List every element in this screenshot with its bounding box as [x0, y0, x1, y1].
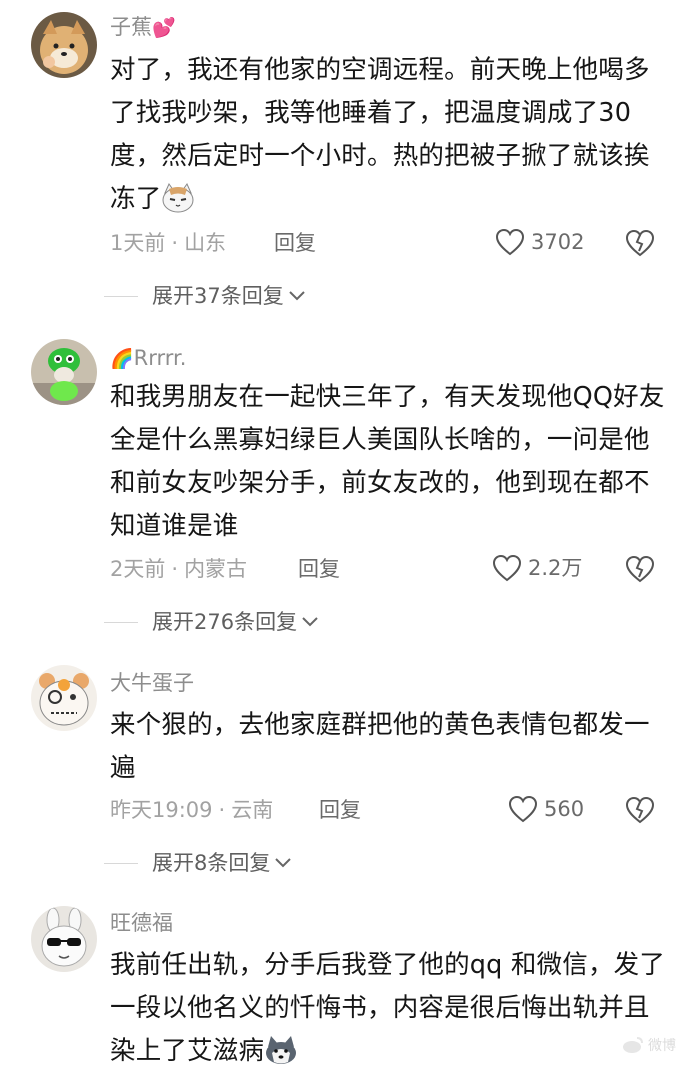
reply-button-3[interactable]: 回复	[319, 796, 361, 824]
like-button-3[interactable]: 560	[508, 795, 584, 823]
expand-label: 展开8条回复	[152, 851, 271, 875]
rainbow-emoji-icon: 🌈	[110, 348, 134, 370]
comment-text-3: 来个狠的，去他家庭群把他的黄色表情包都发一遍	[110, 704, 666, 790]
divider-line	[104, 621, 138, 623]
heart-icon	[492, 554, 522, 582]
watermark-text: 微博	[648, 1038, 676, 1054]
broken-heart-icon	[625, 796, 655, 824]
husky-dog-icon	[264, 1035, 298, 1079]
comment-meta-1: 1天前 · 山东	[110, 231, 227, 255]
comment-text-2: 和我男朋友在一起快三年了，有天发现他QQ好友全是什么黑寡妇绿巨人美国队长啥的，一…	[110, 376, 666, 548]
chevron-down-icon	[275, 858, 292, 868]
comment-text: 我前任出轨，分手后我登了他的qq 和微信，发了一段以他名义的忏悔书，内容是很后悔…	[110, 950, 666, 1066]
username-text: 旺德福	[110, 911, 173, 935]
broken-heart-icon	[625, 555, 655, 583]
location: 内蒙古	[184, 557, 248, 581]
comment-text: 和我男朋友在一起快三年了，有天发现他QQ好友全是什么黑寡妇绿巨人美国队长啥的，一…	[110, 382, 665, 541]
green-costume-avatar-icon	[31, 339, 97, 405]
timestamp: 昨天19:09	[110, 798, 213, 822]
like-button-2[interactable]: 2.2万	[492, 554, 582, 582]
username-2[interactable]: 🌈Rrrrr.	[110, 345, 186, 372]
comment-meta-3: 昨天19:09 · 云南	[110, 798, 274, 822]
sunglasses-bunny-avatar-icon	[31, 906, 97, 972]
cartoon-bear-avatar-icon	[31, 665, 97, 731]
username-4[interactable]: 旺德福	[110, 910, 173, 936]
like-count: 560	[544, 797, 585, 821]
expand-label: 展开37条回复	[152, 284, 284, 308]
comment-meta-2: 2天前 · 内蒙古	[110, 557, 248, 581]
timestamp: 1天前	[110, 231, 166, 255]
avatar-1[interactable]	[31, 12, 97, 78]
expand-replies-3[interactable]: 展开8条回复	[104, 849, 292, 877]
dislike-button-1[interactable]	[625, 229, 655, 261]
expand-replies-2[interactable]: 展开276条回复	[104, 608, 319, 636]
like-count: 3702	[531, 230, 585, 254]
heart-icon	[508, 795, 538, 823]
shiba-dog-avatar-icon	[31, 12, 97, 78]
location: 山东	[184, 231, 227, 255]
username-1[interactable]: 子蕉💕	[110, 14, 176, 41]
heart-icon	[495, 228, 525, 256]
comment-text: 来个狠的，去他家庭群把他的黄色表情包都发一遍	[110, 710, 650, 783]
chevron-down-icon	[302, 617, 318, 627]
cat-face-icon	[161, 182, 195, 227]
reply-button-1[interactable]: 回复	[274, 229, 316, 257]
avatar-2[interactable]	[31, 339, 97, 405]
comment-text-1: 对了，我还有他家的空调远程。前天晚上他喝多了找我吵架，我等他睡着了，把温度调成了…	[110, 49, 666, 227]
username-text: Rrrrr.	[133, 346, 187, 370]
username-text: 子蕉	[110, 15, 152, 39]
divider-line	[104, 862, 138, 864]
username-3[interactable]: 大牛蛋子	[110, 670, 194, 696]
like-button-1[interactable]: 3702	[495, 228, 584, 256]
divider-line	[104, 295, 138, 297]
chevron-down-icon	[289, 291, 305, 301]
like-count: 2.2万	[528, 556, 583, 580]
avatar-4[interactable]	[31, 906, 97, 972]
expand-label: 展开276条回复	[152, 610, 298, 634]
location: 云南	[231, 798, 274, 822]
expand-replies-1[interactable]: 展开37条回复	[104, 282, 306, 310]
avatar-3[interactable]	[31, 665, 97, 731]
username-text: 大牛蛋子	[110, 671, 194, 695]
weibo-logo-icon	[623, 1037, 643, 1053]
timestamp: 2天前	[110, 557, 166, 581]
reply-button-2[interactable]: 回复	[298, 555, 340, 583]
watermark: 微博	[622, 1035, 676, 1055]
comment-text-4: 我前任出轨，分手后我登了他的qq 和微信，发了一段以他名义的忏悔书，内容是很后悔…	[110, 944, 666, 1079]
dislike-button-3[interactable]	[625, 796, 655, 828]
dislike-button-2[interactable]	[625, 555, 655, 587]
hearts-emoji-icon: 💕	[152, 17, 176, 39]
broken-heart-icon	[625, 229, 655, 257]
